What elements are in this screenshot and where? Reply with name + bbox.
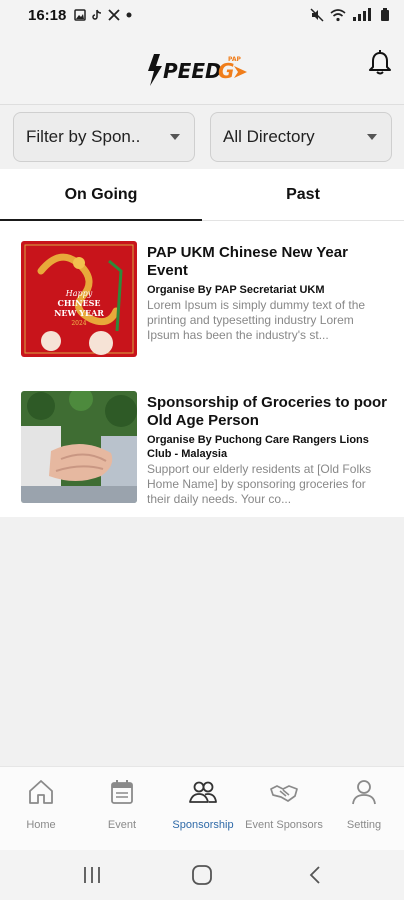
image-text-year: 2024 [71, 320, 86, 327]
event-description: Support our elderly residents at [Old Fo… [147, 462, 372, 506]
filter-bar: Filter by Spon.. All Directory [0, 105, 404, 169]
nav-label: Sponsorship [172, 819, 234, 831]
chevron-down-icon [170, 134, 180, 140]
notification-dot-icon [126, 12, 132, 18]
people-icon [189, 781, 217, 803]
event-organiser: Organise By PAP Secretariat UKM [147, 284, 325, 296]
directory-filter-value: All Directory [223, 127, 315, 146]
event-image: Happy CHINESE NEW YEAR 2024 [21, 241, 137, 357]
sponsor-filter-value: Filter by Spon.. [26, 127, 141, 146]
sponsor-filter-dropdown[interactable]: Filter by Spon.. [13, 112, 195, 162]
handshake-icon [270, 785, 298, 802]
tab-label: Past [286, 186, 320, 203]
nav-label: Home [26, 819, 56, 831]
nav-home[interactable]: Home [1, 777, 81, 837]
bottom-navigation: Home Event Sponsorship Event Sponsors Se… [0, 766, 404, 850]
directory-filter-dropdown[interactable]: All Directory [210, 112, 392, 162]
event-title: PAP UKM Chinese New Year Event [147, 244, 348, 279]
event-image [21, 391, 137, 503]
x-icon [108, 9, 121, 21]
system-navigation-bar [0, 850, 404, 900]
image-text-new-year: NEW YEAR [54, 308, 104, 318]
tab-past[interactable]: Past [202, 169, 404, 221]
event-list: Happy CHINESE NEW YEAR 2024 PAP UKM Chin… [0, 221, 404, 517]
nav-event[interactable]: Event [82, 777, 162, 837]
nav-label: Event Sponsors [245, 819, 323, 831]
person-icon [352, 780, 376, 805]
signal-icon [353, 8, 371, 21]
home-button-icon[interactable] [190, 864, 214, 886]
status-time: 16:18 [28, 6, 67, 24]
holding-hands-image [21, 391, 137, 503]
gallery-icon [74, 9, 87, 21]
tiktok-icon [92, 9, 102, 20]
list-empty-area [0, 517, 404, 766]
recent-apps-icon[interactable] [80, 864, 104, 886]
battery-icon [381, 8, 389, 21]
wifi-icon [330, 9, 346, 22]
nav-event-sponsors[interactable]: Event Sponsors [244, 777, 324, 837]
back-icon[interactable] [304, 864, 328, 886]
list-item[interactable]: Happy CHINESE NEW YEAR 2024 PAP UKM Chin… [0, 241, 404, 359]
event-title: Sponsorship of Groceries to poor Old Age… [147, 394, 388, 429]
mute-icon [310, 8, 324, 22]
event-description: Lorem Ipsum is simply dummy text of the … [147, 298, 366, 342]
tab-label: On Going [64, 186, 138, 203]
svg-text:PAP: PAP [228, 56, 241, 63]
app-header: PEED G PAP [0, 30, 404, 105]
tab-on-going[interactable]: On Going [0, 169, 202, 221]
home-icon [29, 780, 53, 804]
svg-text:PEED: PEED [163, 59, 222, 83]
chevron-down-icon [367, 134, 377, 140]
chinese-new-year-image: Happy CHINESE NEW YEAR 2024 [21, 241, 137, 357]
image-text-chinese: CHINESE [58, 298, 101, 308]
nav-sponsorship[interactable]: Sponsorship [163, 777, 243, 837]
list-item[interactable]: Sponsorship of Groceries to poor Old Age… [0, 391, 404, 506]
speedg-logo: PEED G PAP [148, 54, 247, 86]
image-text-happy: Happy [65, 289, 93, 298]
nav-label: Event [107, 819, 137, 831]
nav-label: Setting [346, 819, 382, 831]
calendar-icon [111, 780, 133, 804]
notification-bell-icon[interactable] [368, 50, 392, 76]
nav-setting[interactable]: Setting [324, 777, 404, 837]
event-organiser: Organise By Puchong Care Rangers Lions C… [147, 434, 369, 460]
event-tabs: On Going Past [0, 169, 404, 221]
status-bar: 16:18 [0, 0, 404, 30]
